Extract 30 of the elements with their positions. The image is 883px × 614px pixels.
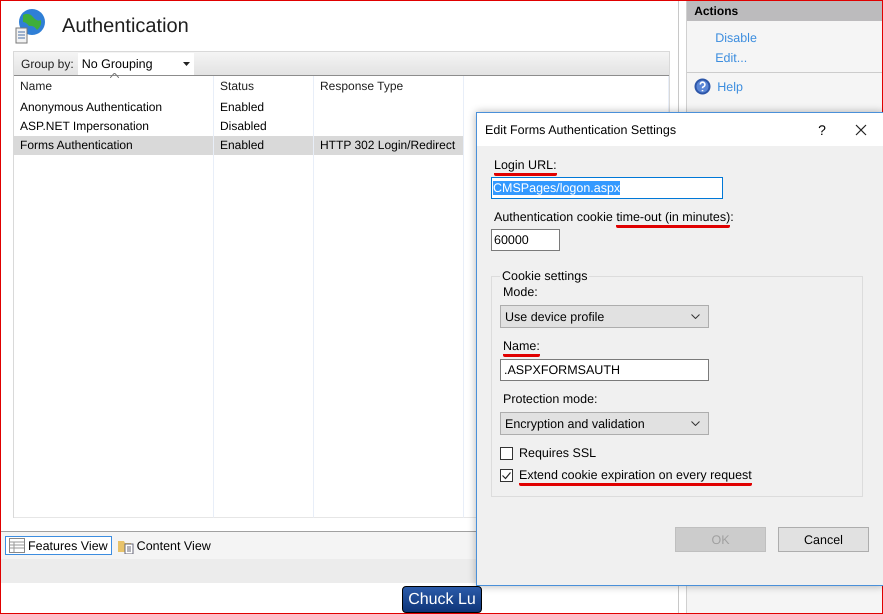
actions-header: Actions xyxy=(687,1,882,21)
dialog-button[interactable]: Cancel xyxy=(778,527,869,552)
text-field[interactable]: 60000 xyxy=(491,229,560,251)
dropdown-arrow-icon xyxy=(182,62,190,66)
chevron-down-icon xyxy=(691,314,700,319)
page-title: Authentication xyxy=(62,14,189,38)
group-by-label: Group by: xyxy=(21,56,74,70)
table-cell: Enabled xyxy=(214,136,314,155)
table-cell[interactable]: Forms Authentication xyxy=(14,136,214,155)
close-icon[interactable] xyxy=(855,124,867,136)
field-label: Mode: xyxy=(502,285,538,299)
dropdown[interactable]: Encryption and validation xyxy=(500,412,709,435)
field-label: Protection mode: xyxy=(502,392,598,406)
grid-view-icon xyxy=(9,538,25,553)
name-badge: Chuck Lu xyxy=(402,586,482,613)
checkbox[interactable] xyxy=(500,468,513,482)
group-by-dropdown[interactable]: No Grouping xyxy=(78,52,194,74)
group-legend: Cookie settings xyxy=(500,269,590,283)
help-icon xyxy=(694,78,712,95)
help-button[interactable]: ? xyxy=(802,122,842,138)
field-label: Requires SSL xyxy=(519,446,596,460)
checkbox[interactable] xyxy=(500,446,513,460)
view-tab[interactable]: Content View xyxy=(114,536,215,556)
text-field[interactable]: .ASPXFORMSAUTH xyxy=(500,359,709,381)
table-cell: HTTP 302 Login/Redirect xyxy=(314,136,464,155)
view-tab[interactable]: Features View xyxy=(5,536,112,555)
dialog-title: Edit Forms Authentication Settings xyxy=(485,122,678,136)
globe-document-icon xyxy=(14,8,46,44)
chevron-down-icon xyxy=(691,421,700,426)
dropdown[interactable]: Use device profile xyxy=(500,305,709,328)
